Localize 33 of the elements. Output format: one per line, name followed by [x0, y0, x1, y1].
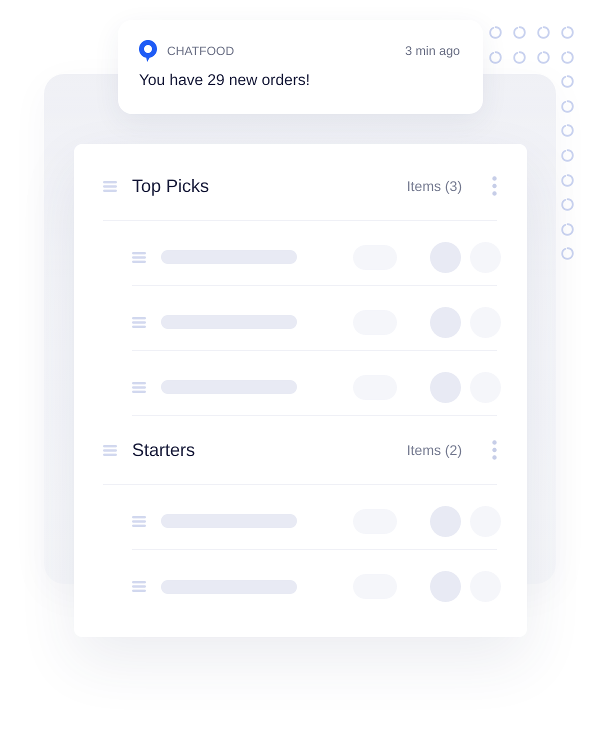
ring-icon [513, 26, 526, 39]
ring-icon [561, 75, 574, 88]
drag-handle-icon[interactable] [132, 316, 146, 328]
app-name: CHATFOOD [167, 44, 234, 58]
ring-icon [489, 26, 502, 39]
ring-icon [561, 124, 574, 138]
ring-icon [561, 100, 574, 113]
drag-handle-icon[interactable] [132, 581, 146, 592]
ring-icon [537, 26, 550, 39]
ring-icon [537, 50, 550, 64]
item-count: Items (3) [406, 178, 462, 194]
ring-icon [561, 50, 574, 64]
drag-handle-icon[interactable] [132, 382, 146, 392]
drag-handle-icon[interactable] [132, 252, 146, 262]
item-count: Items (2) [406, 442, 462, 458]
section-title: Starters [132, 440, 196, 460]
section-title: Top Picks [132, 176, 210, 196]
ring-icon [513, 50, 526, 64]
drag-handle-icon[interactable] [132, 516, 146, 526]
ring-icon [561, 26, 574, 39]
pin-icon [139, 40, 157, 62]
ring-icon [561, 198, 574, 212]
ring-icon [561, 148, 574, 162]
ring-icon [489, 50, 502, 64]
more-icon[interactable] [492, 176, 497, 196]
drag-handle-icon[interactable] [103, 444, 117, 456]
ring-icon [561, 174, 574, 187]
notification-message: You have 29 new orders! [139, 71, 311, 91]
more-icon[interactable] [492, 440, 497, 460]
ring-icon [561, 222, 574, 236]
drag-handle-icon[interactable] [103, 180, 117, 192]
notification-time: 3 min ago [405, 44, 460, 58]
ring-icon [561, 247, 574, 260]
